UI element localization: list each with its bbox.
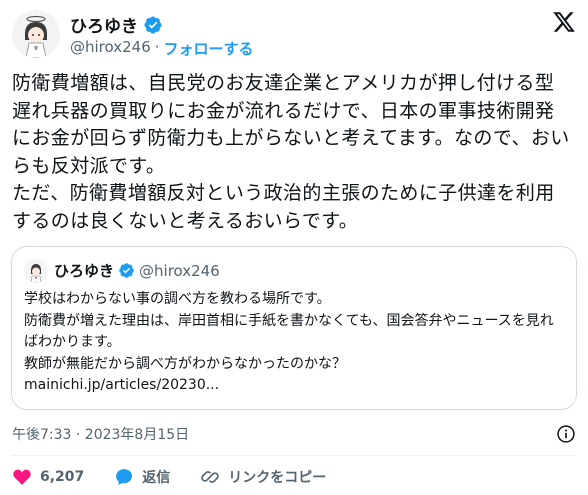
author-display-name[interactable]: ひろゆき	[70, 12, 138, 37]
info-icon[interactable]	[556, 424, 576, 444]
link-icon	[201, 471, 220, 483]
author-name-row: ひろゆき	[70, 12, 163, 37]
follow-link[interactable]: フォローする	[164, 38, 254, 59]
quoted-display-name: ひろゆき	[54, 262, 115, 280]
divider	[12, 455, 576, 456]
like-button[interactable]: 6,207	[12, 467, 84, 487]
tweet-timestamp[interactable]: 午後7:33 · 2023年8月15日	[12, 424, 189, 444]
reply-label: 返信	[142, 470, 171, 486]
reply-icon	[116, 469, 133, 485]
author-handle-row: @hirox246 · フォローする	[70, 38, 254, 59]
action-bar: 6,207 返信 リンクをコピー	[12, 464, 356, 490]
x-logo-icon[interactable]	[552, 10, 576, 34]
copy-link-button[interactable]: リンクをコピー	[200, 467, 326, 487]
quoted-tweet-body: 学校はわからない事の調べ方を教わる場所です。 防衛費が増えた理由は、岸田首相に手…	[24, 291, 554, 393]
like-count: 6,207	[40, 469, 85, 485]
verified-badge-icon	[144, 15, 162, 34]
tweet-header: ひろゆき @hirox246 · フォローする	[12, 10, 576, 66]
heart-icon	[13, 469, 31, 485]
handle-separator: ·	[154, 38, 160, 56]
tweet-meta: 午後7:33 · 2023年8月15日	[12, 424, 576, 444]
quoted-author-row: ひろゆき @hirox246	[54, 260, 220, 281]
quoted-author-avatar	[24, 259, 48, 283]
author-handle[interactable]: @hirox246	[70, 38, 151, 59]
quoted-verified-badge-icon	[119, 263, 134, 278]
copy-link-label: リンクをコピー	[228, 470, 327, 486]
quoted-tweet-card[interactable]: ひろゆき @hirox246 学校はわからない事の調べ方を教わる場所です。 防衛…	[11, 246, 577, 410]
tweet-body: 防衛費増額は、自民党のお友達企業とアメリカが押し付ける型遅れ兵器の買取りにお金が…	[12, 72, 570, 232]
author-avatar[interactable]	[12, 10, 60, 58]
quoted-handle: @hirox246	[139, 261, 220, 280]
reply-button[interactable]: 返信	[114, 467, 170, 487]
